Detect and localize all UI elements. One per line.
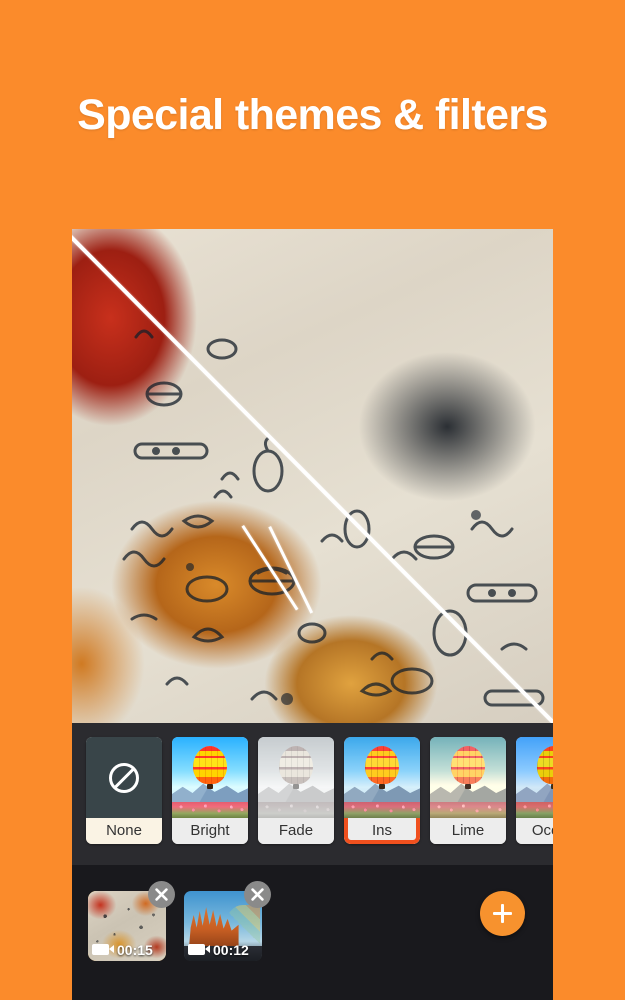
meadow-shape (258, 802, 334, 818)
filter-label-ins: Ins (344, 818, 420, 844)
balloon-basket (293, 784, 299, 789)
balloon-scene (172, 737, 248, 818)
balloon-scene (516, 737, 553, 818)
meadow-shape (430, 802, 506, 818)
meadow-shape (172, 802, 248, 818)
filter-label-ocean: Ocean (516, 818, 553, 844)
filter-thumb-bright (172, 737, 248, 818)
balloon-envelope (451, 746, 485, 784)
mountains-shape (258, 783, 334, 804)
filter-tile-none[interactable]: None (86, 737, 162, 844)
balloon-envelope (279, 746, 313, 784)
timeline-clip[interactable]: 00:15 (88, 881, 175, 961)
clip-duration-row: 00:12 (188, 941, 258, 958)
video-camera-icon (92, 944, 114, 955)
filter-list: None Bright Fade Ins Lime Oc (86, 737, 553, 844)
filter-tile-bright[interactable]: Bright (172, 737, 248, 844)
balloon-basket (207, 784, 213, 789)
balloon-basket (551, 784, 553, 789)
filter-tile-fade[interactable]: Fade (258, 737, 334, 844)
clip-timeline: 00:15 00:12 (72, 865, 553, 1000)
filter-tile-ocean[interactable]: Ocean (516, 737, 553, 844)
hot-air-balloon-icon (279, 746, 313, 789)
balloon-scene (258, 737, 334, 818)
video-preview[interactable] (72, 229, 553, 723)
filter-strip: None Bright Fade Ins Lime Oc (72, 723, 553, 865)
filter-label-fade: Fade (258, 818, 334, 844)
balloon-scene (344, 737, 420, 818)
filter-thumb-lime (430, 737, 506, 818)
balloon-envelope (193, 746, 227, 784)
meadow-shape (516, 802, 553, 818)
clip-duration-row: 00:15 (92, 941, 162, 958)
filter-label-bright: Bright (172, 818, 248, 844)
timeline-clip[interactable]: 00:12 (184, 881, 271, 961)
filter-label-none: None (86, 818, 162, 844)
filter-label-lime: Lime (430, 818, 506, 844)
video-camera-icon (188, 944, 210, 955)
meadow-shape (344, 802, 420, 818)
filter-tile-lime[interactable]: Lime (430, 737, 506, 844)
balloon-basket (465, 784, 471, 789)
balloon-envelope (365, 746, 399, 784)
balloon-envelope (537, 746, 553, 784)
no-symbol-icon (109, 762, 139, 793)
close-icon[interactable] (244, 881, 271, 908)
add-clip-button[interactable] (480, 891, 525, 936)
filter-tile-ins[interactable]: Ins (344, 737, 420, 844)
hot-air-balloon-icon (451, 746, 485, 789)
filter-thumb-ins (344, 737, 420, 818)
balloon-basket (379, 784, 385, 789)
close-icon[interactable] (148, 881, 175, 908)
balloon-scene (430, 737, 506, 818)
clip-duration-label: 00:15 (117, 941, 153, 958)
clip-duration-label: 00:12 (213, 941, 249, 958)
hot-air-balloon-icon (537, 746, 553, 789)
page-title: Special themes & filters (77, 91, 548, 139)
filter-thumb-none (86, 737, 162, 818)
hot-air-balloon-icon (193, 746, 227, 789)
no-filter-swatch (86, 737, 162, 818)
promo-screen: Special themes & filters None Bright Fad… (0, 0, 625, 1000)
hot-air-balloon-icon (365, 746, 399, 789)
filter-thumb-ocean (516, 737, 553, 818)
app-window: None Bright Fade Ins Lime Oc 00:15 00:12 (72, 229, 553, 1000)
filter-thumb-fade (258, 737, 334, 818)
